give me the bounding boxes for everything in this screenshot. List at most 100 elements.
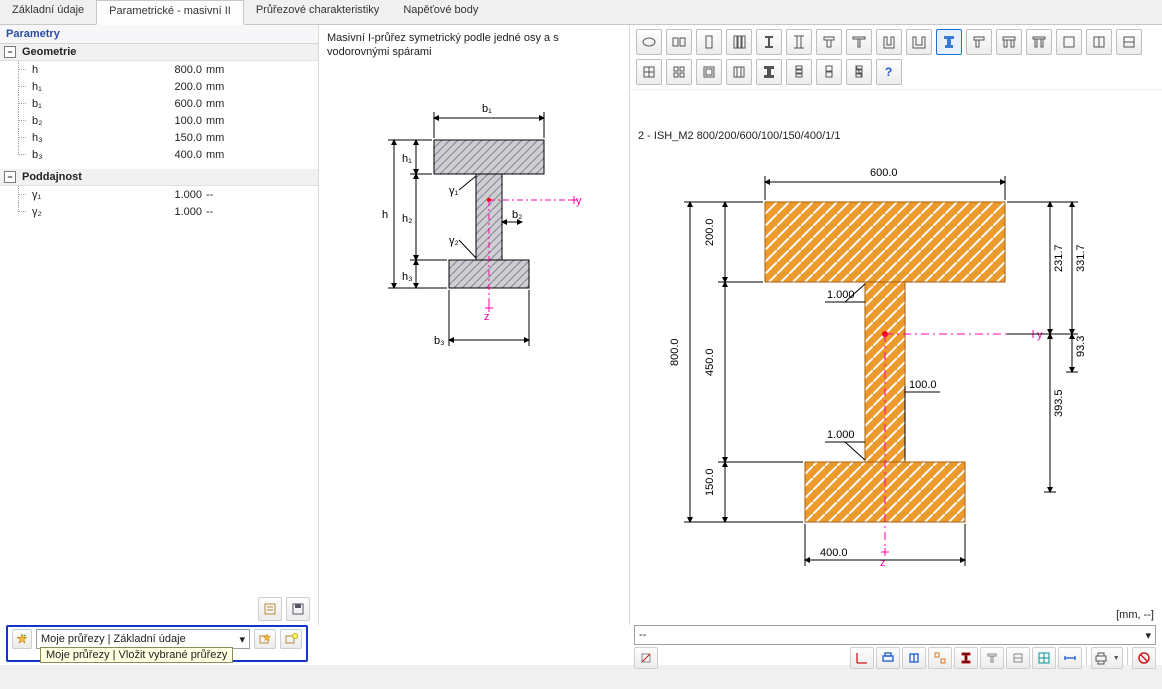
param-value[interactable]: 400.0 [152, 149, 202, 161]
view-grid1-button[interactable] [1006, 647, 1030, 669]
param-row: b₂100.0 mm [0, 112, 318, 129]
library-button[interactable] [258, 597, 282, 621]
stress-button[interactable] [634, 647, 658, 669]
status-select[interactable]: -- ▾ [634, 625, 1156, 645]
shape-stack3[interactable] [846, 59, 872, 85]
shape-box[interactable] [1056, 29, 1082, 55]
view-section-button[interactable] [902, 647, 926, 669]
svg-text:+: + [23, 634, 27, 640]
param-unit: -- [206, 206, 234, 218]
favorite-star-icon[interactable]: + [12, 629, 32, 649]
reset-button[interactable] [1132, 647, 1156, 669]
schematic-drawing: y z γ₁ γ₂ b₁ h h₁ h₂ [364, 90, 584, 410]
favorites-select[interactable]: Moje průřezy | Základní údaje ▾ [36, 629, 250, 649]
shape-box4[interactable] [636, 59, 662, 85]
svg-text:z: z [484, 311, 490, 323]
param-value[interactable]: 600.0 [152, 98, 202, 110]
svg-text:331.7: 331.7 [1075, 244, 1087, 272]
shape-rect-v[interactable] [696, 29, 722, 55]
param-unit: mm [206, 64, 234, 76]
shape-toolbar: ? [630, 25, 1162, 90]
favorites-group: + Moje průřezy | Základní údaje ▾ Moje p… [6, 625, 308, 662]
section-preview[interactable]: y z 1.000 1.000 100.0 [630, 142, 1150, 602]
param-name: h₃ [32, 132, 152, 144]
param-row: γ₁1.000-- [0, 186, 318, 203]
shape-boxv[interactable] [1086, 29, 1112, 55]
shape-t2[interactable] [846, 29, 872, 55]
svg-text:200.0: 200.0 [704, 218, 716, 246]
param-name: b₃ [32, 149, 152, 161]
group-geometrie[interactable]: − Geometrie [0, 44, 318, 61]
view-parts-button[interactable] [928, 647, 952, 669]
param-value[interactable]: 800.0 [152, 64, 202, 76]
shape-i-narrow[interactable] [756, 29, 782, 55]
collapse-icon[interactable]: − [4, 171, 16, 183]
shape-i-asym[interactable] [936, 29, 962, 55]
param-name: γ₁ [32, 189, 152, 201]
shape-grid2[interactable] [696, 59, 722, 85]
shape-i-web[interactable] [786, 29, 812, 55]
view-t-button[interactable] [980, 647, 1004, 669]
param-unit: mm [206, 132, 234, 144]
svg-text:100.0: 100.0 [909, 379, 937, 391]
view-dims-button[interactable] [1058, 647, 1082, 669]
save-button[interactable] [286, 597, 310, 621]
parameters-panel: Parametry − Geometrie h800.0mm h₁200.0mm… [0, 25, 319, 625]
param-value[interactable]: 100.0 [152, 115, 202, 127]
svg-text:800.0: 800.0 [669, 338, 681, 366]
svg-text:150.0: 150.0 [704, 468, 716, 496]
shape-grid3[interactable] [726, 59, 752, 85]
param-row: b₃400.0mm [0, 146, 318, 163]
param-unit: mm [206, 115, 234, 127]
collapse-icon[interactable]: − [4, 46, 16, 58]
param-row: h800.0 mm [0, 61, 318, 78]
section-name: 2 - ISH_M2 800/200/600/100/150/400/1/1 [630, 124, 1162, 142]
shape-i-solid[interactable] [756, 59, 782, 85]
shape-u2[interactable] [906, 29, 932, 55]
status-label: -- [639, 629, 646, 641]
shape-t[interactable] [816, 29, 842, 55]
shape-stack1[interactable] [786, 59, 812, 85]
param-name: b₂ [32, 115, 152, 127]
view-print-button[interactable] [876, 647, 900, 669]
new-favorite-button[interactable] [280, 629, 302, 649]
shape-pi2[interactable] [1026, 29, 1052, 55]
shape-grid1[interactable] [666, 59, 692, 85]
svg-text:450.0: 450.0 [704, 348, 716, 376]
svg-text:93.3: 93.3 [1075, 336, 1087, 357]
param-name: h [32, 64, 152, 76]
svg-text:393.5: 393.5 [1053, 389, 1065, 417]
svg-text:600.0: 600.0 [870, 167, 898, 179]
insert-favorite-button[interactable] [254, 629, 276, 649]
shape-strip[interactable] [726, 29, 752, 55]
group-poddajnost[interactable]: − Poddajnost [0, 169, 318, 186]
shape-rect-h[interactable] [666, 29, 692, 55]
print-button[interactable]: ▼ [1091, 647, 1123, 669]
svg-text:b₂: b₂ [512, 209, 522, 221]
favorites-select-label: Moje průřezy | Základní údaje [41, 633, 186, 645]
svg-text:h₁: h₁ [402, 153, 412, 165]
shape-ellipse[interactable] [636, 29, 662, 55]
view-i-button[interactable] [954, 647, 978, 669]
chevron-down-icon: ▾ [239, 633, 245, 646]
param-value[interactable]: 150.0 [152, 132, 202, 144]
view-axes-button[interactable] [850, 647, 874, 669]
svg-text:y: y [576, 195, 582, 207]
help-icon[interactable]: ? [876, 59, 902, 85]
preview-panel: ? 2 - ISH_M2 800/200/600/100/150/400/1/1 [630, 25, 1162, 625]
shape-pi[interactable] [996, 29, 1022, 55]
chevron-down-icon: ▾ [1145, 629, 1151, 642]
shape-u[interactable] [876, 29, 902, 55]
param-value[interactable]: 1.000 [152, 189, 202, 201]
shape-t-asym[interactable] [966, 29, 992, 55]
param-value[interactable]: 1.000 [152, 206, 202, 218]
shape-stack2[interactable] [816, 59, 842, 85]
tab-basic[interactable]: Základní údaje [0, 0, 96, 24]
tab-section-characteristics[interactable]: Průřezové charakteristiky [244, 0, 392, 24]
tab-parametric-masiv-ii[interactable]: Parametrické - masivní II [96, 0, 244, 25]
tooltip: Moje průřezy | Vložit vybrané průřezy [40, 647, 233, 663]
param-value[interactable]: 200.0 [152, 81, 202, 93]
view-grid2-button[interactable] [1032, 647, 1056, 669]
shape-boxh[interactable] [1116, 29, 1142, 55]
tab-stress-points[interactable]: Napěťové body [391, 0, 490, 24]
